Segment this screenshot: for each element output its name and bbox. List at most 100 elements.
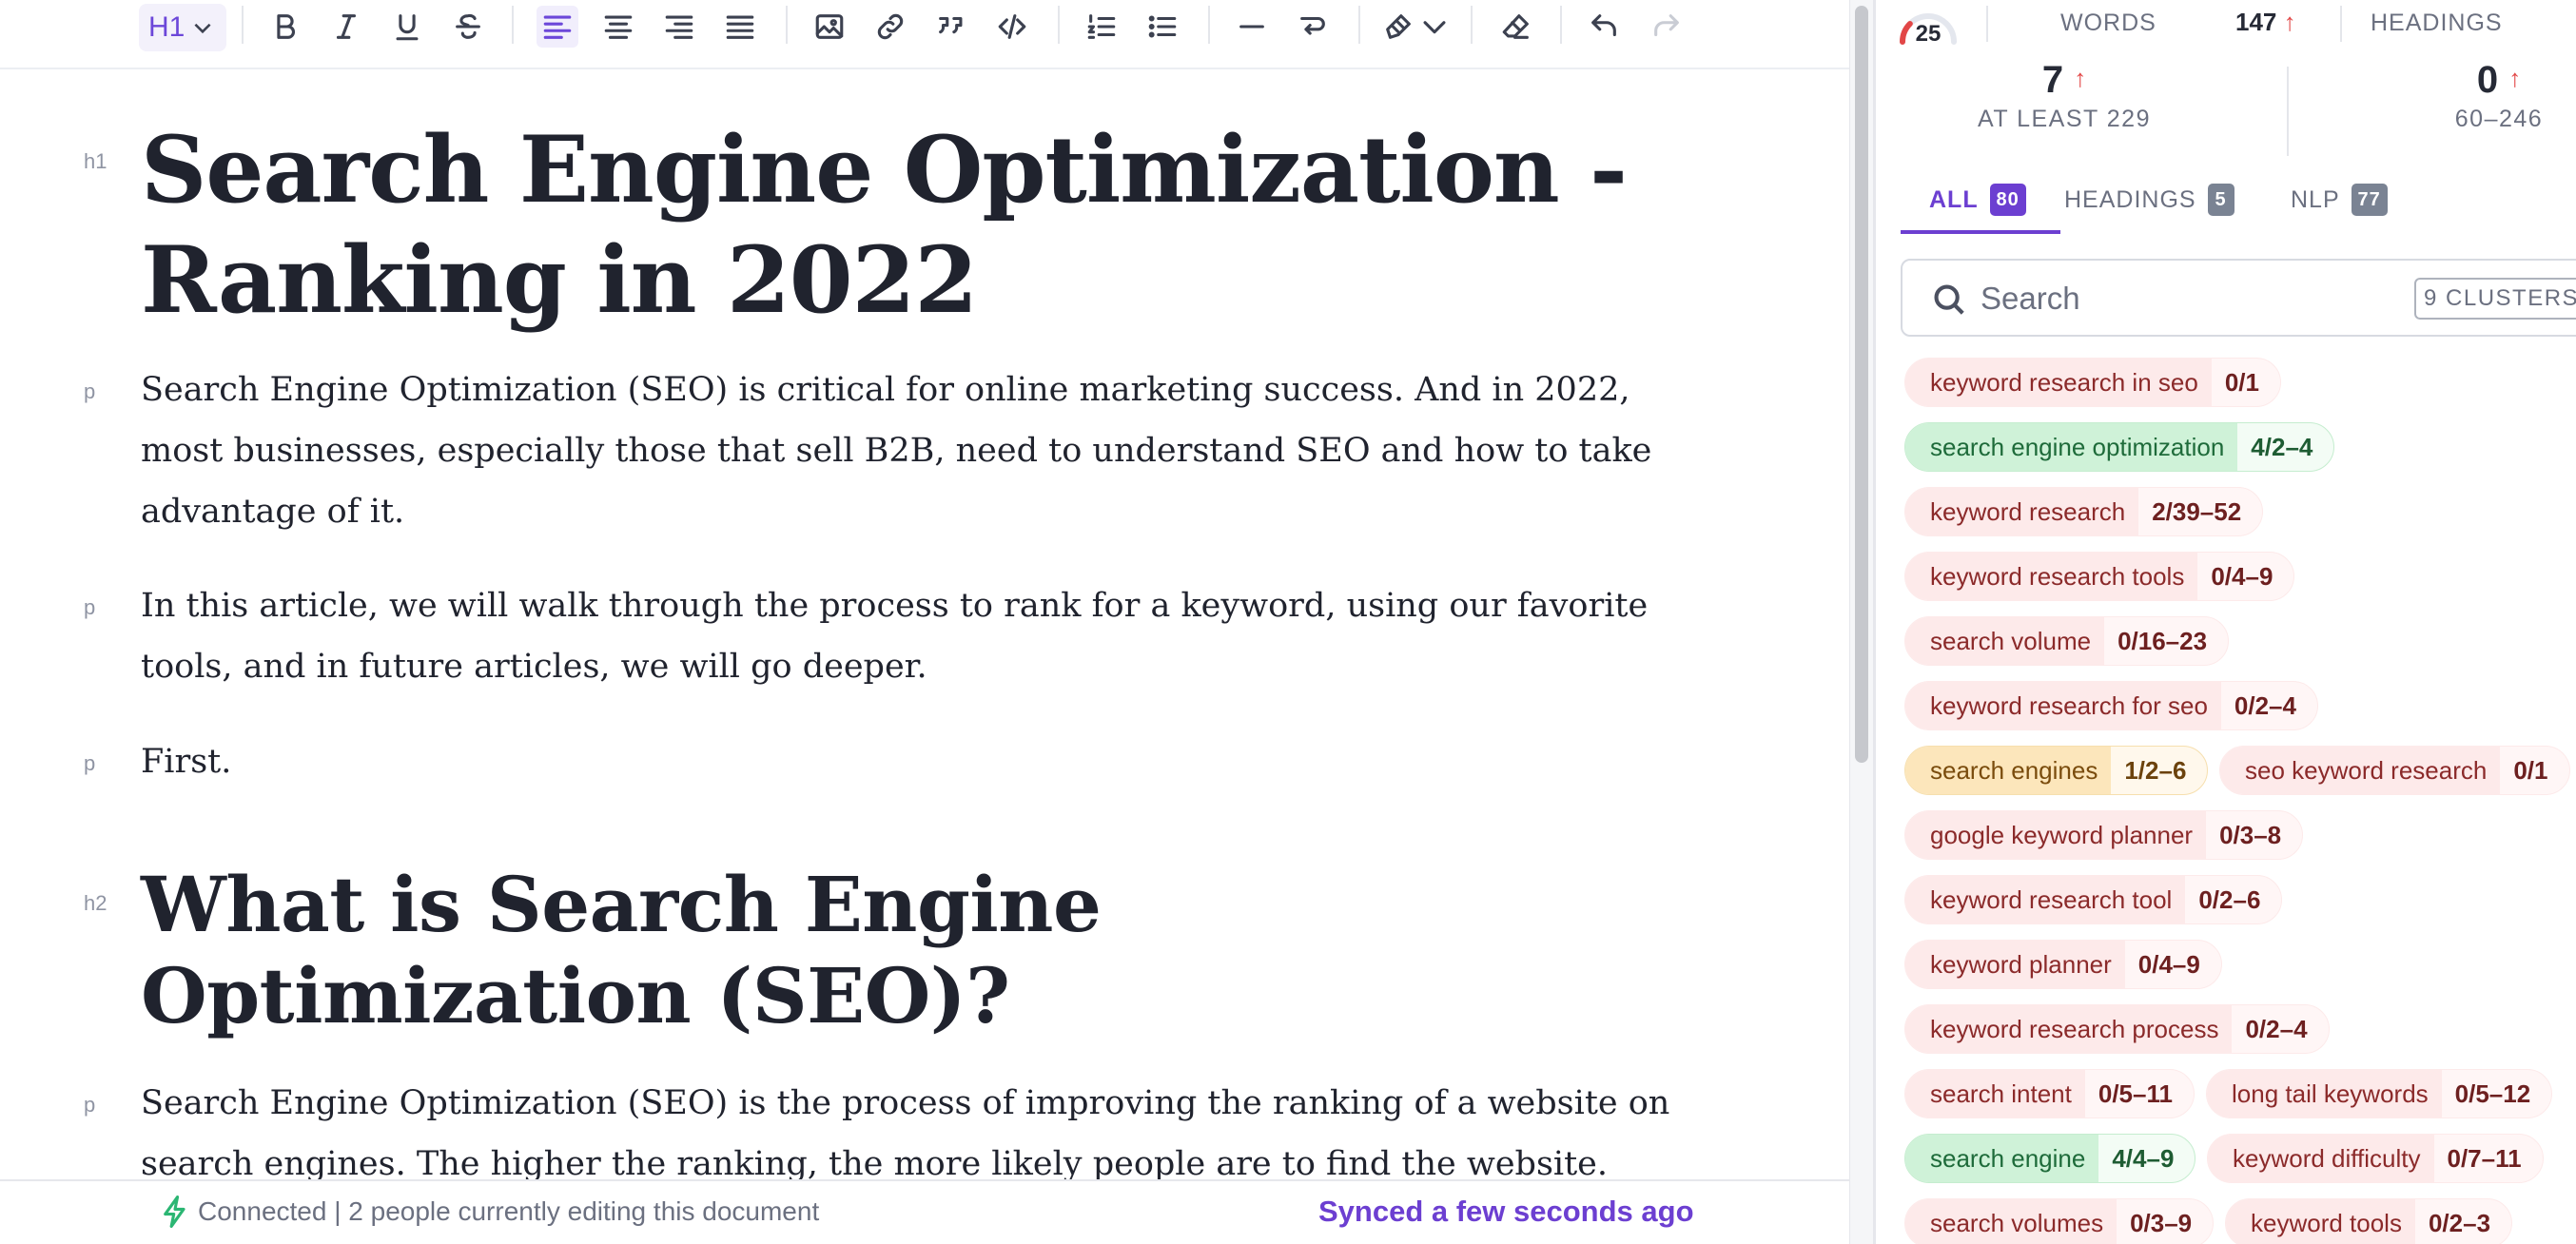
horizontal-rule-icon (1239, 25, 1264, 29)
keyword-chip[interactable]: search volumes 0/3–9 (1904, 1198, 2215, 1244)
keyword-chip[interactable]: keyword research 2/39–52 (1904, 487, 2264, 536)
keyword-usage-count: 0/5–11 (2098, 1079, 2173, 1108)
toolbar-divider (1208, 6, 1210, 44)
paragraph[interactable]: Search Engine Optimization (SEO) is crit… (141, 360, 1701, 542)
scrollbar-thumb[interactable] (1855, 6, 1868, 763)
insert-image-button[interactable] (809, 6, 850, 48)
document-title[interactable]: Search Engine Optimization - Ranking in … (141, 115, 1644, 336)
undo-icon (1591, 14, 1616, 37)
align-left-button[interactable] (537, 6, 578, 48)
keyword-usage-count: 2/39–52 (2152, 497, 2242, 526)
keyword-term: google keyword planner (1905, 811, 2207, 859)
chevron-down-icon (194, 23, 211, 34)
keyword-chip[interactable]: keyword research process 0/2–4 (1904, 1004, 2330, 1054)
italic-button[interactable] (325, 6, 367, 48)
blockquote-button[interactable] (930, 6, 972, 48)
keyword-term: long tail keywords (2207, 1070, 2442, 1118)
formatting-toolbar: H1 (0, 0, 1850, 69)
paragraph[interactable]: In this article, we will walk through th… (141, 575, 1701, 697)
insert-link-button[interactable] (869, 6, 911, 48)
keyword-usage-count: 0/3–8 (2219, 821, 2282, 849)
strikethrough-button[interactable] (447, 6, 489, 48)
toolbar-divider (242, 6, 244, 44)
keyword-chip[interactable]: keyword planner 0/4–9 (1904, 940, 2222, 989)
redo-button[interactable] (1646, 6, 1688, 48)
search-input[interactable] (1981, 276, 2418, 321)
format-painter-dropdown[interactable] (1417, 6, 1452, 48)
keyword-chip[interactable]: search volume 0/16–23 (1904, 616, 2230, 666)
italic-icon (336, 14, 357, 39)
keyword-usage-count: 4/4–9 (2112, 1144, 2175, 1173)
link-icon (877, 13, 904, 40)
keyword-chip[interactable]: search engine 4/4–9 (1904, 1134, 2196, 1183)
horizontal-rule-button[interactable] (1231, 6, 1273, 48)
chevron-down-icon (1423, 21, 1446, 34)
ordered-list-button[interactable] (1081, 6, 1122, 48)
underline-icon (396, 14, 419, 41)
keyword-chip[interactable]: keyword tools 0/2–3 (2225, 1198, 2513, 1244)
keyword-term: keyword research for seo (1905, 682, 2221, 729)
line-break-button[interactable] (1292, 6, 1334, 48)
keyword-chip[interactable]: seo keyword research 0/1 (2219, 746, 2570, 795)
stat-target: AT LEAST 229 (1978, 106, 2151, 132)
sync-status: Synced a few seconds ago (1318, 1195, 1694, 1228)
tab-count-badge: 80 (1989, 184, 2026, 216)
toolbar-divider (1358, 6, 1360, 44)
tab-nlp[interactable]: NLP 77 (2291, 177, 2388, 234)
align-right-button[interactable] (658, 6, 700, 48)
keyword-chip[interactable]: keyword research tools 0/4–9 (1904, 552, 2295, 601)
ordered-list-icon (1087, 14, 1116, 39)
stat-number: 7 (2041, 59, 2064, 101)
content-optimizer-panel: 25 WORDS 147 ↑ HEADINGS 7 ↑ AT LEAST 229… (1874, 0, 2576, 1244)
stat-value: 7 ↑ (1941, 59, 2188, 102)
block-type-tag: p (84, 379, 96, 403)
keyword-chip[interactable]: search engine optimization 4/2–4 (1904, 422, 2335, 472)
keyword-chip[interactable]: keyword difficulty 0/7–11 (2207, 1134, 2544, 1183)
editor-pane: H1 h1 Search Engine Optimization - Ranki… (0, 0, 1850, 1244)
editor-scrollbar[interactable] (1849, 0, 1874, 1244)
block-type-tag: p (84, 595, 96, 619)
keyword-term: search intent (1905, 1070, 2085, 1118)
align-justify-button[interactable] (719, 6, 761, 48)
keyword-usage-count: 0/2–4 (2245, 1015, 2308, 1043)
paragraph[interactable]: Search Engine Optimization (SEO) is the … (141, 1073, 1701, 1179)
content-score-gauge: 25 (1897, 4, 1960, 47)
stat-divider (1986, 6, 1988, 42)
align-justify-icon (726, 15, 754, 39)
content-score-value: 25 (1915, 21, 1942, 47)
keyword-term: keyword research (1905, 488, 2139, 535)
keyword-term: search volume (1905, 617, 2105, 665)
keyword-term: keyword research process (1905, 1005, 2233, 1053)
clear-formatting-button[interactable] (1495, 6, 1537, 48)
bullet-list-button[interactable] (1142, 6, 1183, 48)
keyword-chip[interactable]: keyword research tool 0/2–6 (1904, 875, 2283, 924)
underline-button[interactable] (386, 6, 428, 48)
paintbrush-icon (1386, 14, 1411, 39)
keyword-term: search engine optimization (1905, 423, 2238, 471)
heading-level-dropdown[interactable]: H1 (139, 4, 226, 51)
align-center-button[interactable] (597, 6, 639, 48)
bold-button[interactable] (264, 6, 306, 48)
keyword-chip[interactable]: google keyword planner 0/3–8 (1904, 810, 2304, 860)
keyword-chip[interactable]: search intent 0/5–11 (1904, 1069, 2195, 1118)
toolbar-divider (1058, 6, 1060, 44)
document-body[interactable]: h1 Search Engine Optimization - Ranking … (0, 69, 1850, 1179)
keyword-chip[interactable]: search engines 1/2–6 (1904, 746, 2209, 795)
tab-all[interactable]: ALL 80 (1901, 177, 2060, 234)
format-painter-button[interactable] (1377, 6, 1419, 48)
keyword-chip[interactable]: keyword research for seo 0/2–4 (1904, 681, 2318, 730)
keyword-usage-count: 0/5–12 (2454, 1079, 2531, 1108)
undo-button[interactable] (1583, 6, 1625, 48)
clusters-button[interactable]: 9 CLUSTERS (2414, 278, 2576, 320)
stat-value: 0 ↑ (2428, 59, 2570, 102)
section-heading[interactable]: What is Search Engine Optimization (SEO)… (141, 859, 1625, 1041)
tab-headings[interactable]: HEADINGS 5 (2064, 177, 2234, 234)
keyword-chip[interactable]: long tail keywords 0/5–12 (2206, 1069, 2553, 1118)
keyword-chip[interactable]: keyword research in seo 0/1 (1904, 358, 2281, 407)
align-center-icon (604, 15, 633, 39)
paragraph[interactable]: First. (141, 731, 1701, 792)
block-type-tag: p (84, 1093, 96, 1117)
code-button[interactable] (991, 6, 1033, 48)
toolbar-divider (786, 6, 788, 44)
stat-divider (2340, 6, 2342, 42)
